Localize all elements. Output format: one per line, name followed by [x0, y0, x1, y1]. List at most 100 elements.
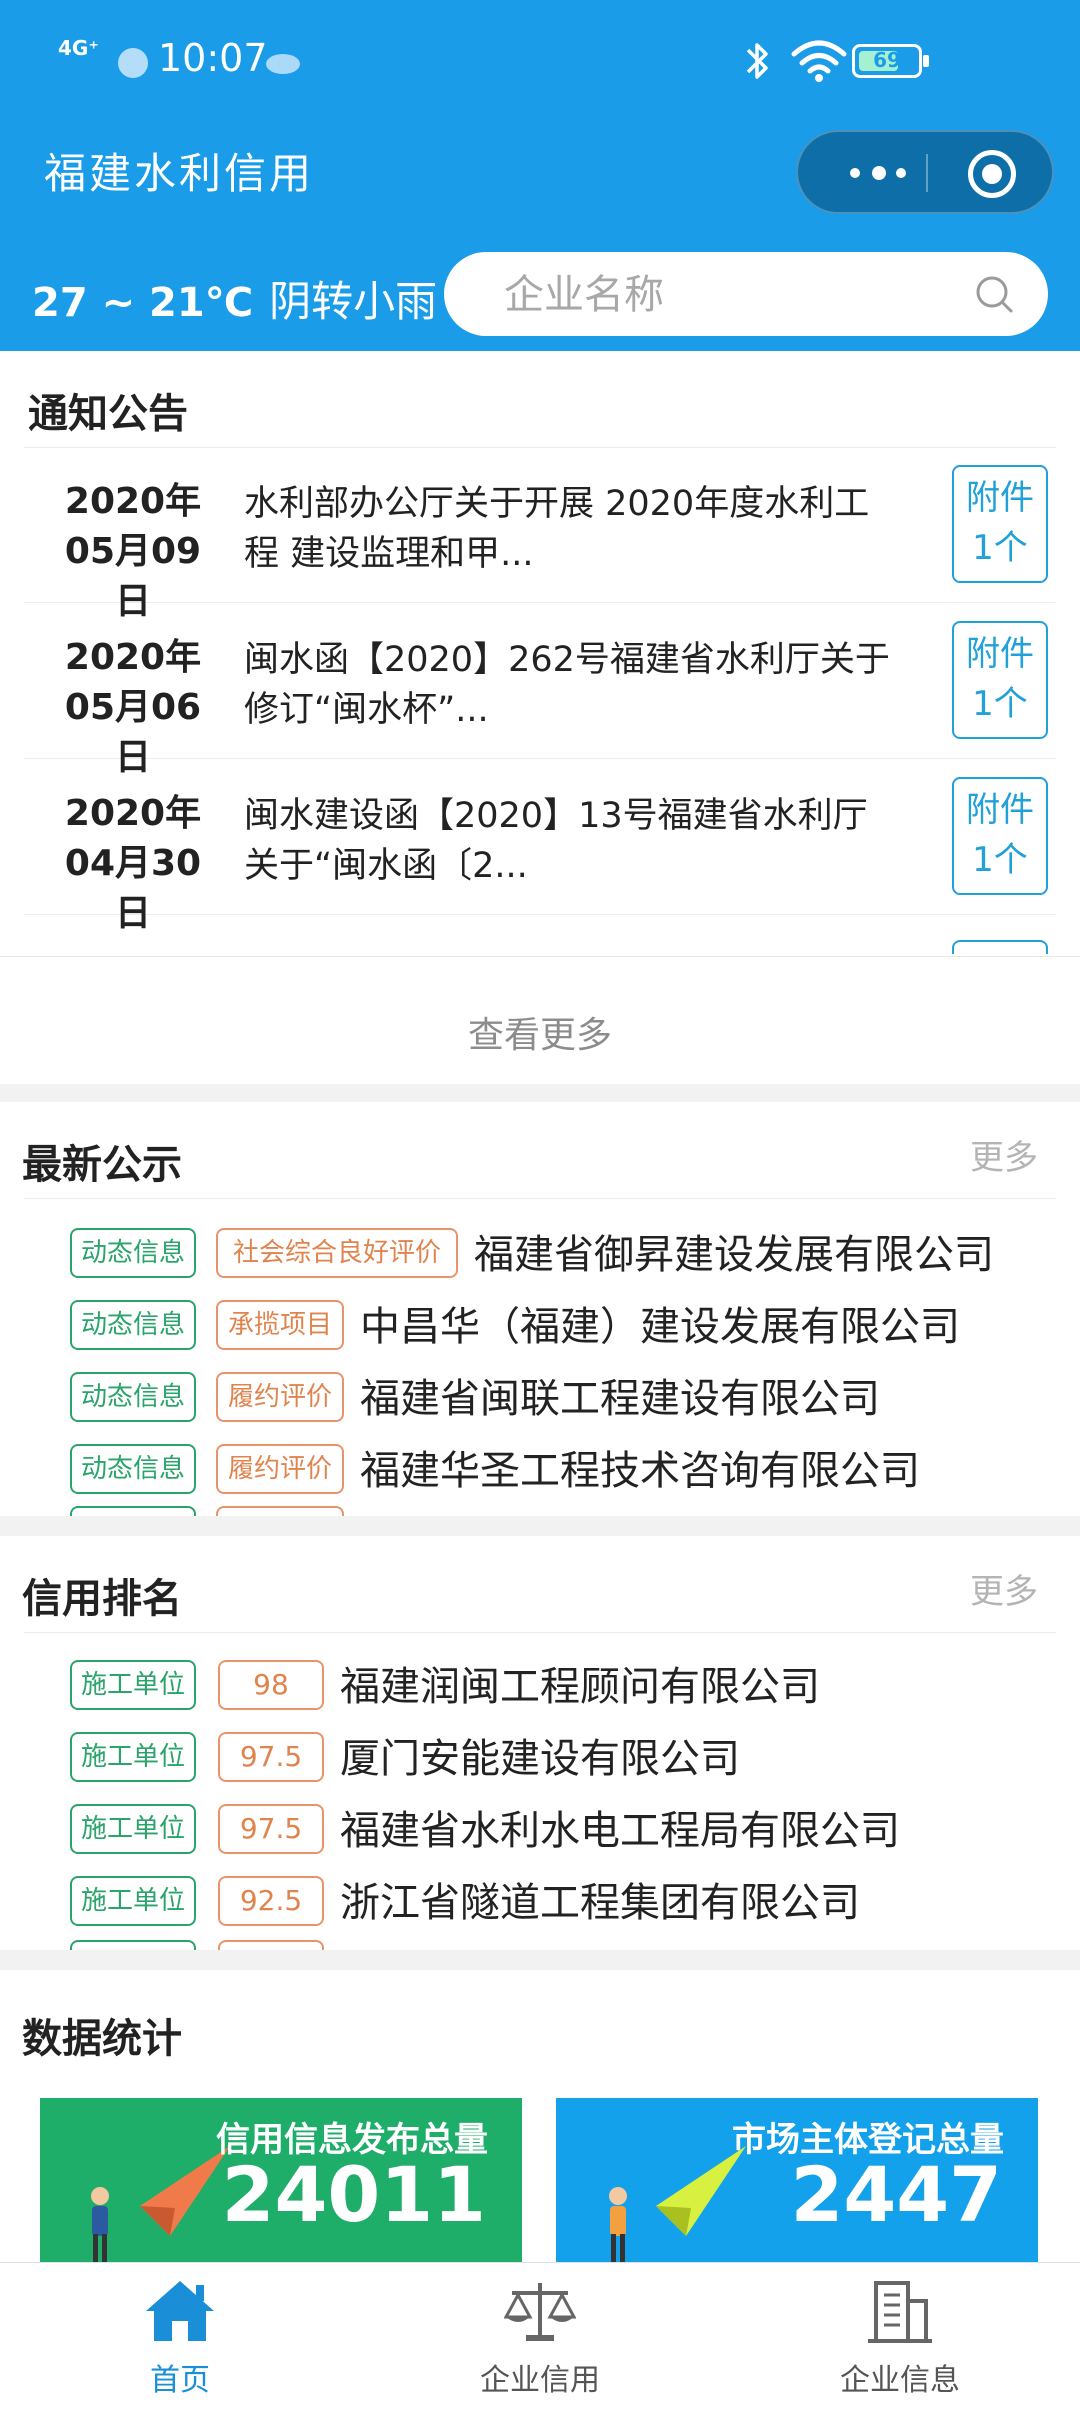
category-tag: 动态信息 [70, 1372, 196, 1422]
credit-score-partial [218, 1940, 324, 1950]
stat-value: 24011 [221, 2150, 486, 2239]
ranking-item[interactable]: 施工单位 98 福建润闽工程顾问有限公司 [0, 1650, 1080, 1722]
dot-icon [872, 166, 886, 180]
more-options-button[interactable] [828, 132, 928, 212]
page-title: 福建水利信用 [44, 149, 315, 198]
notification-icon [118, 48, 148, 78]
attachment-button[interactable]: 附件 1个 [952, 777, 1048, 895]
search-box[interactable] [444, 252, 1048, 336]
search-input[interactable] [502, 268, 946, 322]
wifi-icon [791, 40, 847, 82]
view-more-link[interactable]: 查看更多 [0, 1006, 1080, 1058]
company-name: 福建省闽联工程建设有限公司 [360, 1376, 880, 1422]
attachment-count: 1个 [972, 840, 1028, 880]
type-tag: 履约评价 [216, 1372, 344, 1422]
unit-type-tag-partial [70, 1940, 196, 1950]
notice-year: 2020年 [64, 793, 202, 834]
tab-enterprise-info[interactable]: 企业信息 [720, 2263, 1080, 2409]
category-tag: 动态信息 [70, 1300, 196, 1350]
section-title: 最新公示 [22, 1142, 182, 1188]
credit-score: 92.5 [218, 1876, 324, 1926]
bluetooth-icon [746, 43, 768, 79]
ranking-section: 信用排名 更多 施工单位 98 福建润闽工程顾问有限公司 施工单位 97.5 厦… [0, 1536, 1080, 1950]
dot-icon [850, 168, 860, 178]
notice-title: 闽水建设函【2020】13号福建省水利厅 关于“闽水函〔2... [244, 796, 868, 886]
notice-day: 04月30日 [64, 843, 202, 934]
attachment-count: 1个 [972, 684, 1028, 724]
stat-card-market-entities[interactable]: 市场主体登记总量 2447 [556, 2098, 1038, 2268]
company-name: 福建省水利水电工程局有限公司 [340, 1808, 900, 1854]
dot-icon [896, 168, 906, 178]
company-name: 厦门安能建设有限公司 [340, 1736, 740, 1782]
notice-item[interactable]: 2020年 04月30日 闽水建设函【2020】13号福建省水利厅 关于“闽水函〔… [24, 759, 1056, 934]
unit-type-tag: 施工单位 [70, 1876, 196, 1926]
ranking-item[interactable]: 施工单位 92.5 浙江省隧道工程集团有限公司 [0, 1866, 1080, 1938]
app-header: 4G⁺ 10:07 69 福建水利信用 27 ~ 21℃ 阴转小雨 [0, 0, 1080, 351]
list-item[interactable]: 动态信息 履约评价 福建华圣工程技术咨询有限公司 [0, 1434, 1080, 1506]
company-name: 福建华圣工程技术咨询有限公司 [360, 1448, 920, 1494]
announcement-section: 最新公示 更多 动态信息 社会综合良好评价 福建省御昇建设发展有限公司 动态信息… [0, 1102, 1080, 1516]
battery-icon: 69 [852, 44, 929, 78]
weather-temp: 27 ~ 21℃ [32, 280, 254, 326]
type-tag: 履约评价 [216, 1444, 344, 1494]
scales-icon [504, 2283, 576, 2341]
credit-score: 97.5 [218, 1732, 324, 1782]
capsule-divider [926, 154, 928, 192]
more-link[interactable]: 更多 [970, 1564, 1038, 1613]
tab-label: 首页 [150, 2363, 210, 2398]
stat-value: 2447 [790, 2150, 1002, 2239]
type-tag: 社会综合良好评价 [216, 1228, 458, 1278]
company-name: 福建润闽工程顾问有限公司 [340, 1664, 820, 1710]
credit-score: 97.5 [218, 1804, 324, 1854]
bottom-tab-bar: 首页 企业信用 企业信息 [0, 2262, 1080, 2409]
ranking-item[interactable]: 施工单位 97.5 福建省水利水电工程局有限公司 [0, 1794, 1080, 1866]
ranking-item[interactable]: 施工单位 97.5 厦门安能建设有限公司 [0, 1722, 1080, 1794]
list-item[interactable]: 动态信息 社会综合良好评价 福建省御昇建设发展有限公司 [0, 1218, 1080, 1290]
tab-label: 企业信用 [480, 2363, 600, 2398]
more-link[interactable]: 更多 [970, 1130, 1038, 1179]
paper-plane-icon [609, 2146, 746, 2262]
category-tag-partial [70, 1506, 196, 1516]
company-name: 浙江省隧道工程集团有限公司 [340, 1880, 860, 1926]
section-title: 数据统计 [22, 2016, 182, 2062]
notice-item[interactable]: 2020年 05月09日 水利部办公厅关于开展 2020年度水利工 程 建设监理和… [24, 447, 1056, 622]
section-title: 通知公告 [28, 391, 188, 437]
company-name: 中昌华（福建）建设发展有限公司 [360, 1304, 960, 1350]
status-time: 10:07 [158, 36, 268, 80]
list-item[interactable]: 动态信息 履约评价 福建省闽联工程建设有限公司 [0, 1362, 1080, 1434]
divider [24, 1198, 1056, 1199]
notice-title: 水利部办公厅关于开展 2020年度水利工 程 建设监理和甲... [244, 484, 870, 574]
notice-year: 2020年 [64, 637, 202, 678]
attachment-button[interactable]: 附件 1个 [952, 621, 1048, 739]
type-tag-partial [216, 1506, 344, 1516]
notice-year: 2020年 [64, 481, 202, 522]
miniprogram-capsule [796, 130, 1054, 214]
close-miniprogram-button[interactable] [968, 150, 1016, 198]
list-item[interactable]: 动态信息 承揽项目 中昌华（福建）建设发展有限公司 [0, 1290, 1080, 1362]
credit-score: 98 [218, 1660, 324, 1710]
tab-label: 企业信息 [840, 2363, 960, 2398]
divider [0, 956, 1080, 957]
tab-home[interactable]: 首页 [0, 2263, 360, 2409]
battery-percent: 69 [873, 48, 901, 72]
divider [24, 1632, 1056, 1633]
tab-enterprise-credit[interactable]: 企业信用 [360, 2263, 720, 2409]
attachment-button-partial[interactable] [952, 940, 1048, 954]
company-name: 福建省御昇建设发展有限公司 [474, 1232, 994, 1278]
weather-info: 27 ~ 21℃ 阴转小雨 [32, 268, 437, 329]
attachment-button[interactable]: 附件 1个 [952, 465, 1048, 583]
notice-title: 闽水函【2020】262号福建省水利厅关于 修订“闽水杯”... [244, 640, 890, 730]
building-icon [868, 2281, 932, 2343]
unit-type-tag: 施工单位 [70, 1660, 196, 1710]
search-icon[interactable] [974, 274, 1014, 314]
stat-card-credit-info[interactable]: 信用信息发布总量 24011 [40, 2098, 522, 2268]
weather-desc: 阴转小雨 [269, 277, 438, 326]
unit-type-tag: 施工单位 [70, 1732, 196, 1782]
unit-type-tag: 施工单位 [70, 1804, 196, 1854]
notice-item[interactable]: 2020年 05月06日 闽水函【2020】262号福建省水利厅关于 修订“闽水杯… [24, 603, 1056, 778]
category-tag: 动态信息 [70, 1228, 196, 1278]
status-bar: 4G⁺ 10:07 69 [0, 0, 1080, 120]
notice-section: 通知公告 2020年 05月09日 水利部办公厅关于开展 2020年度水利工 程 … [0, 351, 1080, 1084]
eye-comfort-icon [266, 54, 300, 74]
attachment-label: 附件 [966, 478, 1034, 518]
